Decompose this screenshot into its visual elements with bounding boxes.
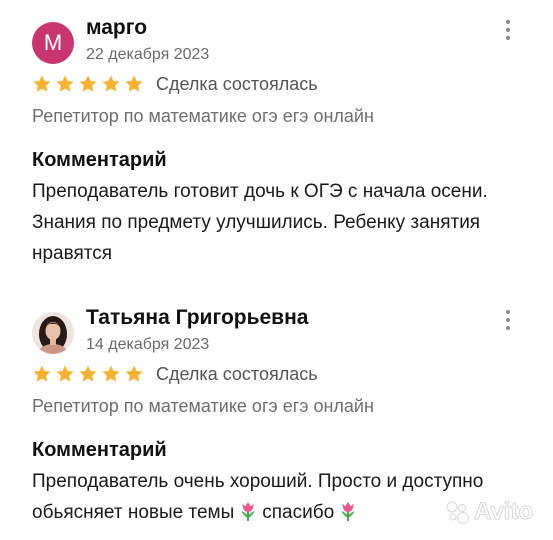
star-icon [33, 75, 51, 92]
avatar[interactable] [32, 312, 74, 354]
star-icon [33, 365, 51, 382]
star-icon [125, 75, 143, 92]
star-icon [56, 365, 74, 382]
star-icon [56, 75, 74, 92]
comment-text: Преподаватель готовит дочь к ОГЭ с начал… [32, 181, 488, 264]
service-title[interactable]: Репетитор по математике огэ егэ онлайн [32, 396, 374, 417]
comment-heading: Комментарий [32, 149, 167, 171]
deal-status: Сделка состоялась [156, 74, 318, 94]
review-date: 14 декабря 2023 [86, 336, 210, 353]
star-icon [79, 365, 97, 382]
avatar[interactable]: М [32, 22, 74, 64]
reviewer-name[interactable]: Татьяна Григорьевна [86, 306, 308, 330]
review-date: 22 декабря 2023 [86, 46, 210, 63]
tulip-icon [341, 501, 355, 522]
star-icon [102, 75, 120, 92]
deal-status: Сделка состоялась [156, 364, 318, 384]
star-icon [102, 365, 120, 382]
more-options-icon[interactable] [501, 310, 515, 334]
rating-stars [32, 364, 144, 386]
watermark-text: Avito [473, 498, 534, 526]
avatar-letter: М [43, 30, 63, 55]
service-title[interactable]: Репетитор по математике огэ егэ онлайн [32, 106, 374, 127]
comment-text-part: спасибо [262, 502, 335, 523]
comment-heading: Комментарий [32, 439, 167, 461]
more-options-icon[interactable] [501, 20, 515, 44]
star-icon [79, 75, 97, 92]
tulip-icon [241, 501, 255, 522]
avatar-photo [32, 312, 74, 354]
avito-logo-icon [446, 501, 469, 524]
reviewer-name[interactable]: марго [86, 16, 147, 40]
avito-watermark: Avito [444, 498, 534, 526]
rating-stars [32, 74, 144, 96]
star-icon [125, 365, 143, 382]
